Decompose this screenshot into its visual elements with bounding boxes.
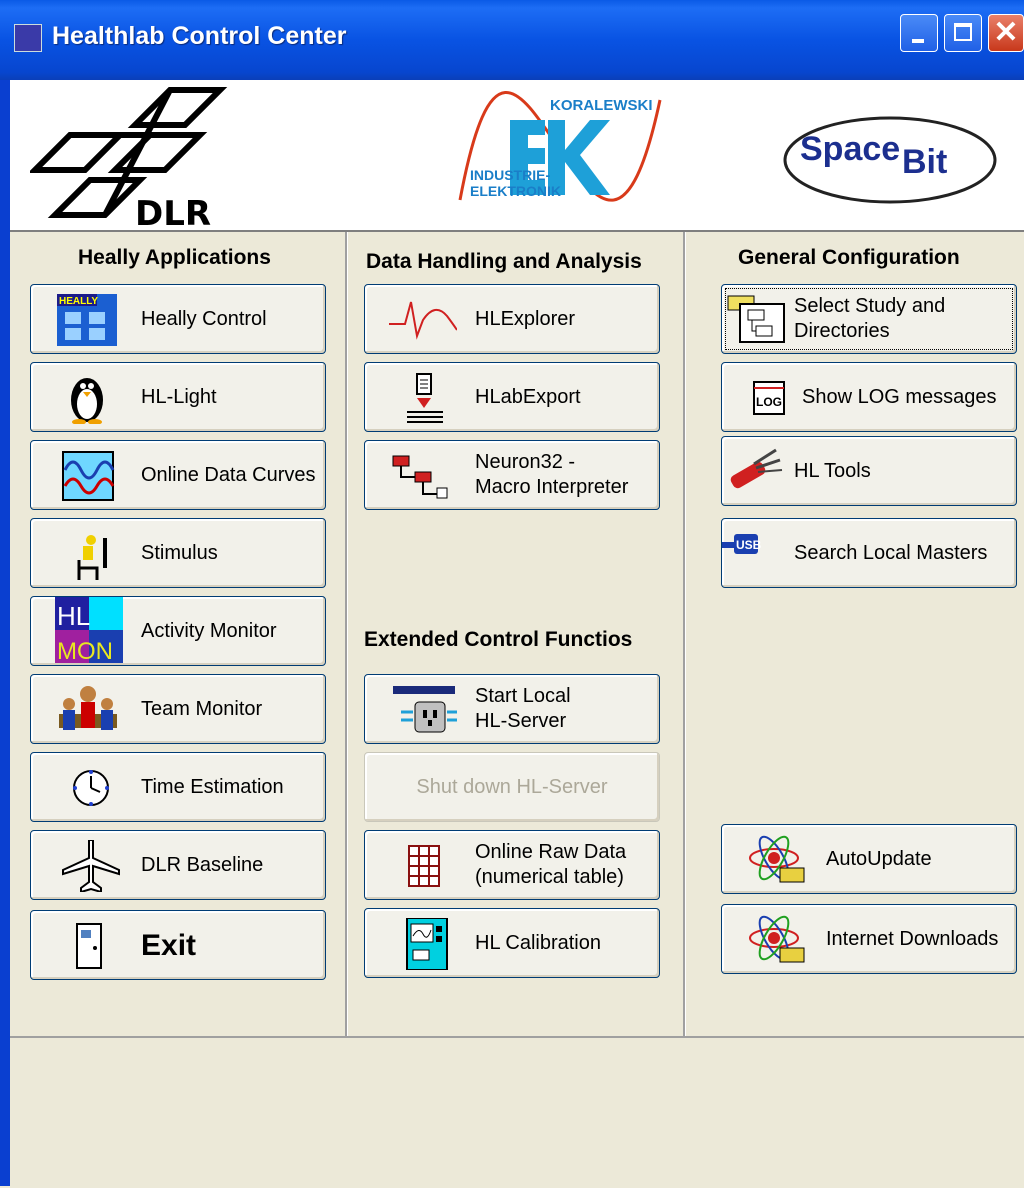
neuron32-button[interactable]: Neuron32 - Macro Interpreter xyxy=(364,440,660,510)
koralewski-bottom-text: INDUSTRIE-ELEKTRONIK xyxy=(470,167,561,199)
online-data-curves-label: Online Data Curves xyxy=(141,463,316,486)
window-frame xyxy=(0,80,10,1186)
door-icon xyxy=(76,923,102,969)
activity-monitor-button[interactable]: HL MON Activity Monitor xyxy=(30,596,326,666)
time-estimation-button[interactable]: Time Estimation xyxy=(30,752,326,822)
internet-atom-icon xyxy=(749,915,805,963)
dlr-text: DLR xyxy=(135,194,211,230)
internet-downloads-button[interactable]: Internet Downloads xyxy=(721,904,1017,974)
window-title: Healthlab Control Center xyxy=(52,22,347,50)
shut-down-hl-server-button[interactable]: Shut down HL-Server xyxy=(364,752,660,822)
internet-atom-icon xyxy=(749,835,805,883)
koralewski-logo: KORALEWSKI INDUSTRIE-ELEKTRONIK xyxy=(458,91,662,202)
minimize-button[interactable] xyxy=(900,14,938,52)
start-local-hl-server-button[interactable]: Start Local HL-Server xyxy=(364,674,660,744)
column-separator-2 xyxy=(683,232,686,1036)
dlr-logo: DLR xyxy=(30,87,228,230)
calibration-icon xyxy=(406,918,448,970)
exit-label: Exit xyxy=(141,928,197,962)
online-raw-data-button[interactable]: Online Raw Data (numerical table) xyxy=(364,830,660,900)
hl-light-button[interactable]: HL-Light xyxy=(30,362,326,432)
online-raw-data-label: Online Raw Data (numerical table) xyxy=(475,841,627,888)
svg-text:LOG: LOG xyxy=(756,395,782,409)
hl-tools-button[interactable]: HL Tools xyxy=(721,436,1017,506)
airplane-icon xyxy=(62,840,120,892)
svg-text:HEALLY: HEALLY xyxy=(59,296,98,307)
hl-light-label: HL-Light xyxy=(141,385,217,408)
svg-text:MON: MON xyxy=(57,638,113,663)
hl-tools-label: HL Tools xyxy=(794,459,871,482)
search-local-masters-label: Search Local Masters xyxy=(794,541,988,564)
close-button[interactable]: ✕ xyxy=(988,14,1024,52)
show-log-messages-label: Show LOG messages xyxy=(802,385,997,408)
general-configuration-title: General Configuration xyxy=(738,246,960,269)
koralewski-top-text: KORALEWSKI xyxy=(550,97,653,114)
team-monitor-button[interactable]: Team Monitor xyxy=(30,674,326,744)
heally-control-label: Heally Control xyxy=(141,307,267,330)
select-study-label: Select Study and Directories xyxy=(794,295,946,342)
clock-icon xyxy=(73,770,109,806)
heally-icon: HEALLY xyxy=(57,294,117,346)
penguin-icon xyxy=(71,378,103,424)
online-data-curves-button[interactable]: Online Data Curves xyxy=(30,440,326,510)
hl-calibration-label: HL Calibration xyxy=(475,931,601,954)
heally-applications-title: Heally Applications xyxy=(78,246,271,269)
dlr-baseline-button[interactable]: DLR Baseline xyxy=(30,830,326,900)
minimize-icon xyxy=(912,39,924,43)
spacebit-logo: Space Bit xyxy=(783,116,997,204)
hlabexport-button[interactable]: HLabExport xyxy=(364,362,660,432)
hl-mon-icon: HL MON xyxy=(55,597,123,663)
app-icon xyxy=(14,24,42,52)
exit-button[interactable]: Exit xyxy=(30,910,326,980)
svg-text:HL: HL xyxy=(57,601,90,631)
hlexplorer-label: HLExplorer xyxy=(475,307,576,330)
autoupdate-button[interactable]: AutoUpdate xyxy=(721,824,1017,894)
hl-calibration-button[interactable]: HL Calibration xyxy=(364,908,660,978)
team-monitor-label: Team Monitor xyxy=(141,697,263,720)
start-local-hl-server-label: Start Local HL-Server xyxy=(475,685,571,732)
show-log-messages-button[interactable]: LOG Show LOG messages xyxy=(721,362,1017,432)
title-bar[interactable]: Healthlab Control Center ✕ xyxy=(0,0,1024,80)
spacebit-text-b: Bit xyxy=(902,143,947,181)
select-study-button[interactable]: Select Study and Directories xyxy=(721,284,1017,354)
time-estimation-label: Time Estimation xyxy=(141,775,284,798)
neuron32-label: Neuron32 - Macro Interpreter xyxy=(475,451,629,498)
status-bar xyxy=(10,1036,1024,1188)
autoupdate-label: AutoUpdate xyxy=(826,847,932,870)
extended-control-title: Extended Control Functios xyxy=(364,628,633,651)
search-local-masters-button[interactable]: USB Search Local Masters xyxy=(721,518,1017,588)
server-plug-icon xyxy=(393,686,457,733)
dlr-baseline-label: DLR Baseline xyxy=(141,853,264,876)
logo-header: DLR KORALEWSKI INDUSTRIE-ELEKTRONIK Spac… xyxy=(10,80,1024,232)
internet-downloads-label: Internet Downloads xyxy=(826,927,999,950)
folder-tree-icon xyxy=(727,295,785,343)
svg-text:USB: USB xyxy=(736,538,762,552)
neuron-icon xyxy=(392,455,448,499)
hlabexport-label: HLabExport xyxy=(475,385,581,408)
waveform-icon xyxy=(389,301,457,340)
activity-monitor-label: Activity Monitor xyxy=(141,619,277,642)
stimulus-button[interactable]: Stimulus xyxy=(30,518,326,588)
maximize-icon xyxy=(954,23,972,41)
hlexplorer-button[interactable]: HLExplorer xyxy=(364,284,660,354)
export-icon xyxy=(407,373,443,423)
stimulus-label: Stimulus xyxy=(141,541,218,564)
data-handling-title: Data Handling and Analysis xyxy=(366,250,642,273)
column-separator-1 xyxy=(345,232,348,1036)
table-icon xyxy=(408,845,440,887)
heally-control-button[interactable]: HEALLY Heally Control xyxy=(30,284,326,354)
stimulus-icon xyxy=(77,535,107,580)
shut-down-hl-server-label: Shut down HL-Server xyxy=(416,775,608,798)
spacebit-text-a: Space xyxy=(800,130,900,168)
maximize-button[interactable] xyxy=(944,14,982,52)
usb-icon: USB xyxy=(722,534,762,554)
curves-icon xyxy=(62,451,115,501)
team-icon xyxy=(59,686,117,730)
close-icon: ✕ xyxy=(993,16,1019,49)
tools-icon xyxy=(730,448,783,489)
